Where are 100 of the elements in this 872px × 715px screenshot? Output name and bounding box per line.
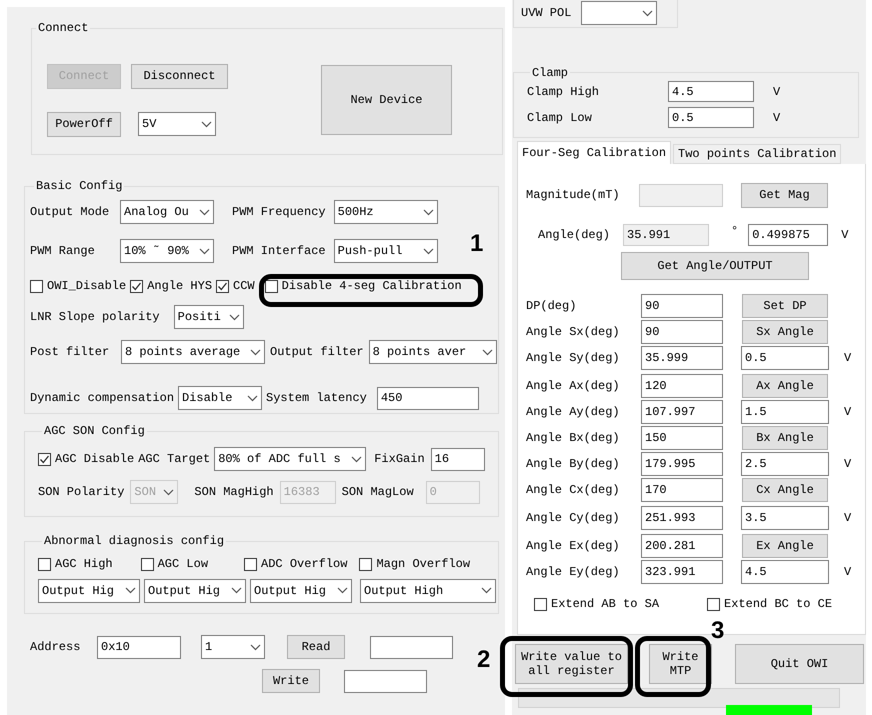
- chevron-down-icon: [163, 488, 174, 496]
- field-label: Output filter: [270, 345, 364, 359]
- checkbox[interactable]: [244, 558, 258, 570]
- action-button[interactable]: Write MTP: [649, 644, 712, 684]
- dropdown[interactable]: 80% of ADC full s: [214, 447, 366, 471]
- annotation-number: 2: [477, 648, 490, 672]
- input-field[interactable]: 120: [641, 374, 723, 398]
- action-button[interactable]: Quit OWI: [735, 644, 864, 684]
- input-field[interactable]: 200.281: [641, 534, 723, 558]
- chevron-down-icon: [199, 248, 210, 254]
- chevron-down-icon: [201, 120, 212, 128]
- new-device-button[interactable]: New Device: [321, 65, 452, 135]
- field-label: V: [841, 228, 848, 242]
- dropdown[interactable]: 10% ˜ 90%: [120, 239, 214, 263]
- field-label: Angle Bx(deg): [526, 431, 621, 446]
- angle-button[interactable]: Cx Angle: [742, 478, 828, 502]
- dropdown[interactable]: Analog Ou: [120, 200, 214, 224]
- input-field[interactable]: 107.997: [641, 400, 723, 424]
- input-field[interactable]: 35.999: [641, 346, 723, 370]
- checkbox[interactable]: [707, 598, 720, 611]
- chevron-down-icon: [250, 644, 261, 650]
- group-title: Abnormal diagnosis config: [43, 534, 226, 548]
- input-field[interactable]: 90: [641, 320, 723, 344]
- dropdown[interactable]: 5V: [138, 112, 216, 136]
- input-field[interactable]: 450: [376, 386, 479, 410]
- angle-button[interactable]: Set DP: [742, 294, 828, 318]
- field-label: Angle(deg): [538, 228, 612, 242]
- angle-button[interactable]: Ex Angle: [742, 534, 828, 558]
- checkbox-label: Extend AB to SA: [551, 597, 660, 612]
- dropdown[interactable]: Output Hig: [250, 578, 352, 602]
- checkbox[interactable]: [264, 280, 278, 292]
- checkmark-icon: [217, 280, 228, 292]
- checkbox[interactable]: [130, 280, 144, 292]
- angle-button[interactable]: Bx Angle: [742, 426, 828, 450]
- dropdown[interactable]: Output Hig: [38, 578, 140, 602]
- input-field[interactable]: 0.5: [741, 346, 829, 370]
- chevron-down-icon: [199, 208, 210, 216]
- chevron-down-icon: [228, 314, 240, 320]
- angle-button[interactable]: Ax Angle: [742, 374, 828, 398]
- input-field[interactable]: 251.993: [641, 506, 723, 530]
- input-field[interactable]: 16: [430, 448, 485, 470]
- checkbox[interactable]: [30, 280, 43, 292]
- field-label: SON Polarity: [38, 485, 124, 499]
- field-label: V: [844, 565, 852, 580]
- dropdown[interactable]: [581, 1, 658, 26]
- field-label: V: [844, 351, 852, 366]
- read-button[interactable]: Read: [287, 635, 345, 659]
- input-field[interactable]: 323.991: [641, 560, 723, 584]
- dropdown[interactable]: Output High: [360, 578, 496, 602]
- checkbox[interactable]: [216, 280, 230, 292]
- dropdown[interactable]: Push-pull: [334, 239, 438, 263]
- input-field[interactable]: 1.5: [741, 400, 829, 424]
- get-mag-button[interactable]: Get Mag: [741, 182, 828, 208]
- input-field[interactable]: [639, 184, 723, 207]
- action-button[interactable]: Write value to all register: [515, 644, 628, 684]
- field-label: Angle Sx(deg): [526, 325, 621, 340]
- checkbox[interactable]: [140, 558, 154, 570]
- chevron-down-icon: [231, 587, 242, 594]
- field-label: Address: [30, 640, 82, 654]
- input-field[interactable]: 4.5: [741, 560, 829, 584]
- checkbox[interactable]: [38, 452, 51, 466]
- input-field[interactable]: 0.5: [668, 107, 754, 128]
- checkbox-label: Disable 4-seg Calibration: [282, 279, 462, 293]
- input-field[interactable]: 170: [641, 478, 723, 502]
- dropdown[interactable]: 500Hz: [334, 200, 438, 224]
- dropdown[interactable]: 8 points aver: [368, 340, 497, 364]
- input-field[interactable]: 0.499875: [748, 224, 828, 246]
- dropdown[interactable]: Disable: [178, 386, 262, 410]
- tab[interactable]: Four-Seg Calibration: [517, 141, 672, 164]
- tab[interactable]: Two points Calibration: [673, 144, 842, 164]
- checkbox[interactable]: [38, 558, 51, 570]
- input-field[interactable]: 90: [641, 294, 723, 318]
- field-label: V: [844, 457, 852, 472]
- input-field[interactable]: [370, 636, 453, 658]
- input-field[interactable]: 0x10: [97, 636, 181, 658]
- group-title: AGC SON Config: [43, 424, 146, 438]
- field-label: PWM Frequency: [232, 205, 326, 219]
- input-field[interactable]: 4.5: [668, 81, 754, 102]
- input-field[interactable]: [344, 670, 427, 692]
- field-label: Angle Ex(deg): [526, 539, 621, 554]
- input-field[interactable]: 3.5: [741, 506, 829, 530]
- get-angle-button[interactable]: Get Angle/OUTPUT: [621, 252, 809, 280]
- dropdown[interactable]: Output Hig: [144, 578, 246, 602]
- power-button[interactable]: PowerOff: [47, 112, 121, 136]
- checkbox-label: AGC Low: [158, 557, 208, 571]
- checkbox[interactable]: [359, 558, 372, 570]
- chevron-down-icon: [482, 348, 493, 356]
- dropdown[interactable]: 8 points average: [121, 340, 265, 364]
- write-button[interactable]: Write: [262, 669, 320, 693]
- connect-button[interactable]: Disconnect: [131, 64, 228, 88]
- field-label: Post filter: [30, 345, 110, 359]
- input-field[interactable]: 35.991: [623, 224, 709, 246]
- dropdown[interactable]: 1: [201, 635, 265, 659]
- input-field[interactable]: 2.5: [741, 452, 829, 476]
- chevron-down-icon: [422, 248, 434, 254]
- angle-button[interactable]: Sx Angle: [742, 320, 828, 344]
- input-field[interactable]: 150: [641, 426, 723, 450]
- input-field[interactable]: 179.995: [641, 452, 723, 476]
- checkbox[interactable]: [534, 598, 547, 611]
- dropdown[interactable]: Positi: [174, 305, 244, 329]
